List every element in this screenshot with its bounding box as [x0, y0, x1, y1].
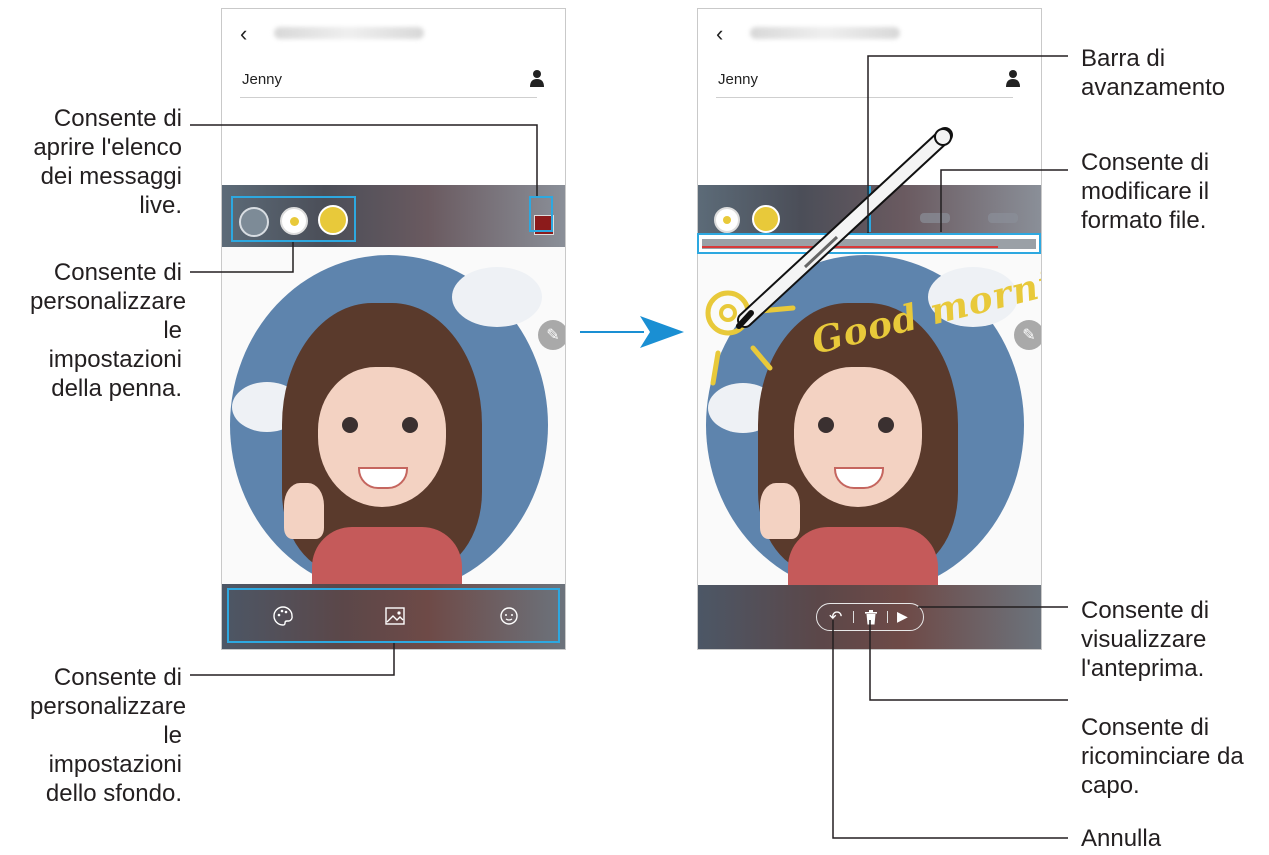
play-icon[interactable]: ▶	[897, 608, 908, 625]
person-icon[interactable]	[1005, 69, 1021, 87]
callout-file-format: Consente di modificare il formato file.	[1081, 149, 1210, 234]
recipient-underline	[716, 97, 1013, 98]
done-button[interactable]	[988, 213, 1018, 223]
callout-pen-settings: Consente di personalizzare le impostazio…	[30, 259, 187, 402]
callout-live-list: Consente di aprire l'elenco dei messaggi…	[33, 105, 182, 219]
left-phone-screen: ‹ Jenny ✎	[221, 8, 566, 650]
cloud	[452, 267, 542, 327]
highlight-bottom-toolbar	[227, 588, 560, 643]
back-icon[interactable]: ‹	[716, 21, 723, 47]
conversation-header: ‹ Jenny	[698, 9, 1041, 119]
back-icon[interactable]: ‹	[240, 21, 247, 47]
callout-progress-bar: Barra di avanzamento	[1081, 45, 1226, 101]
divider	[887, 611, 888, 623]
avatar-eye	[818, 417, 834, 433]
blurred-title	[750, 27, 900, 39]
highlight-live-list	[529, 196, 553, 232]
s-pen-icon	[736, 127, 953, 329]
avatar-eye	[342, 417, 358, 433]
edit-icon[interactable]: ✎	[538, 320, 565, 350]
avatar-body	[788, 527, 938, 585]
avatar-eye	[402, 417, 418, 433]
avatar-canvas[interactable]	[222, 247, 565, 584]
avatar-eye	[878, 417, 894, 433]
person-icon[interactable]	[529, 69, 545, 87]
bottom-toolbar: ↶ ▶	[698, 585, 1041, 649]
avatar-hand	[284, 483, 324, 539]
callout-restart: Consente di ricominciare da capo.	[1081, 714, 1244, 799]
recipient-field[interactable]: Jenny	[718, 71, 758, 88]
leader-lines	[190, 55, 1068, 839]
undo-icon[interactable]: ↶	[829, 607, 842, 627]
recipient-field[interactable]: Jenny	[242, 71, 282, 88]
playback-controls: ↶ ▶	[816, 603, 924, 631]
blurred-title	[274, 27, 424, 39]
highlight-pen-settings	[231, 196, 356, 242]
callout-background-settings: Consente di personalizzare le impostazio…	[30, 664, 187, 807]
trash-icon[interactable]	[864, 610, 878, 625]
callout-undo: Annulla	[1081, 825, 1162, 852]
recipient-underline	[240, 97, 537, 98]
avatar-body	[312, 527, 462, 584]
conversation-header: ‹ Jenny	[222, 9, 565, 119]
flow-arrow-icon	[580, 316, 684, 348]
callout-preview: Consente di visualizzare l'anteprima.	[1081, 597, 1210, 682]
avatar-hand	[760, 483, 800, 539]
divider	[853, 611, 854, 623]
edit-icon[interactable]: ✎	[1014, 320, 1041, 350]
